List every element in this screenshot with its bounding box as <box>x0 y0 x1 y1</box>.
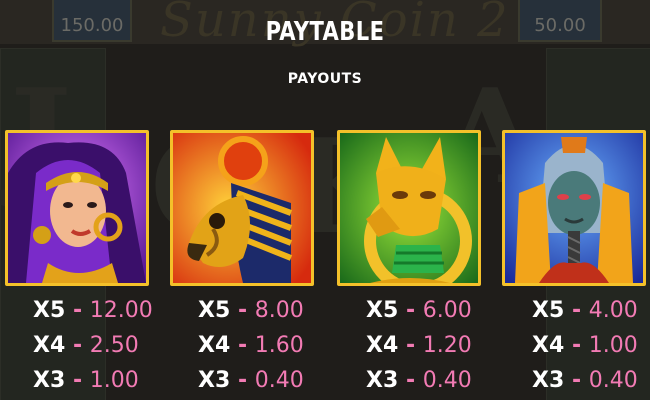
payout-multiplier: X5 <box>366 298 399 323</box>
payout-value: 6.00 <box>422 298 472 323</box>
payout-row: X5 - 6.00 <box>366 298 472 323</box>
payout-multiplier: X3 <box>198 368 231 393</box>
section-subtitle: PAYOUTS <box>287 71 363 87</box>
page-title: PAYTABLE <box>265 17 385 47</box>
cat-icon <box>340 133 478 283</box>
horus-symbol <box>170 130 314 286</box>
payout-row: X3 - 0.40 <box>198 368 304 393</box>
payout-row: X3 - 0.40 <box>532 368 638 393</box>
cleopatra-symbol <box>5 130 149 286</box>
falcon-icon <box>173 133 311 283</box>
payout-multiplier: X4 <box>198 333 231 358</box>
payout-multiplier: X5 <box>33 298 66 323</box>
payout-row: X4 - 1.60 <box>198 333 304 358</box>
payout-row: X4 - 1.00 <box>532 333 638 358</box>
payout-row: X5 - 8.00 <box>198 298 304 323</box>
payout-value: 1.00 <box>89 368 139 393</box>
payout-multiplier: X4 <box>33 333 66 358</box>
payout-value: 4.00 <box>588 298 638 323</box>
pharaoh-icon <box>505 133 643 283</box>
payout-row: X4 - 2.50 <box>33 333 139 358</box>
payout-value: 12.00 <box>89 298 153 323</box>
payout-multiplier: X3 <box>366 368 399 393</box>
payout-row: X5 - 12.00 <box>33 298 153 323</box>
payout-multiplier: X5 <box>198 298 231 323</box>
osiris-symbol <box>502 130 646 286</box>
bastet-symbol <box>337 130 481 286</box>
payout-multiplier: X4 <box>366 333 399 358</box>
payout-multiplier: X5 <box>532 298 565 323</box>
payout-value: 1.60 <box>254 333 304 358</box>
payout-row: X4 - 1.20 <box>366 333 472 358</box>
payout-value: 1.20 <box>422 333 472 358</box>
payout-value: 0.40 <box>254 368 304 393</box>
payout-multiplier: X3 <box>532 368 565 393</box>
payout-value: 0.40 <box>588 368 638 393</box>
payout-value: 1.00 <box>588 333 638 358</box>
payout-value: 2.50 <box>89 333 139 358</box>
payout-value: 8.00 <box>254 298 304 323</box>
payout-row: X5 - 4.00 <box>532 298 638 323</box>
payout-row: X3 - 0.40 <box>366 368 472 393</box>
payout-multiplier: X4 <box>532 333 565 358</box>
payout-multiplier: X3 <box>33 368 66 393</box>
payout-value: 0.40 <box>422 368 472 393</box>
queen-icon <box>8 133 146 283</box>
payout-row: X3 - 1.00 <box>33 368 139 393</box>
